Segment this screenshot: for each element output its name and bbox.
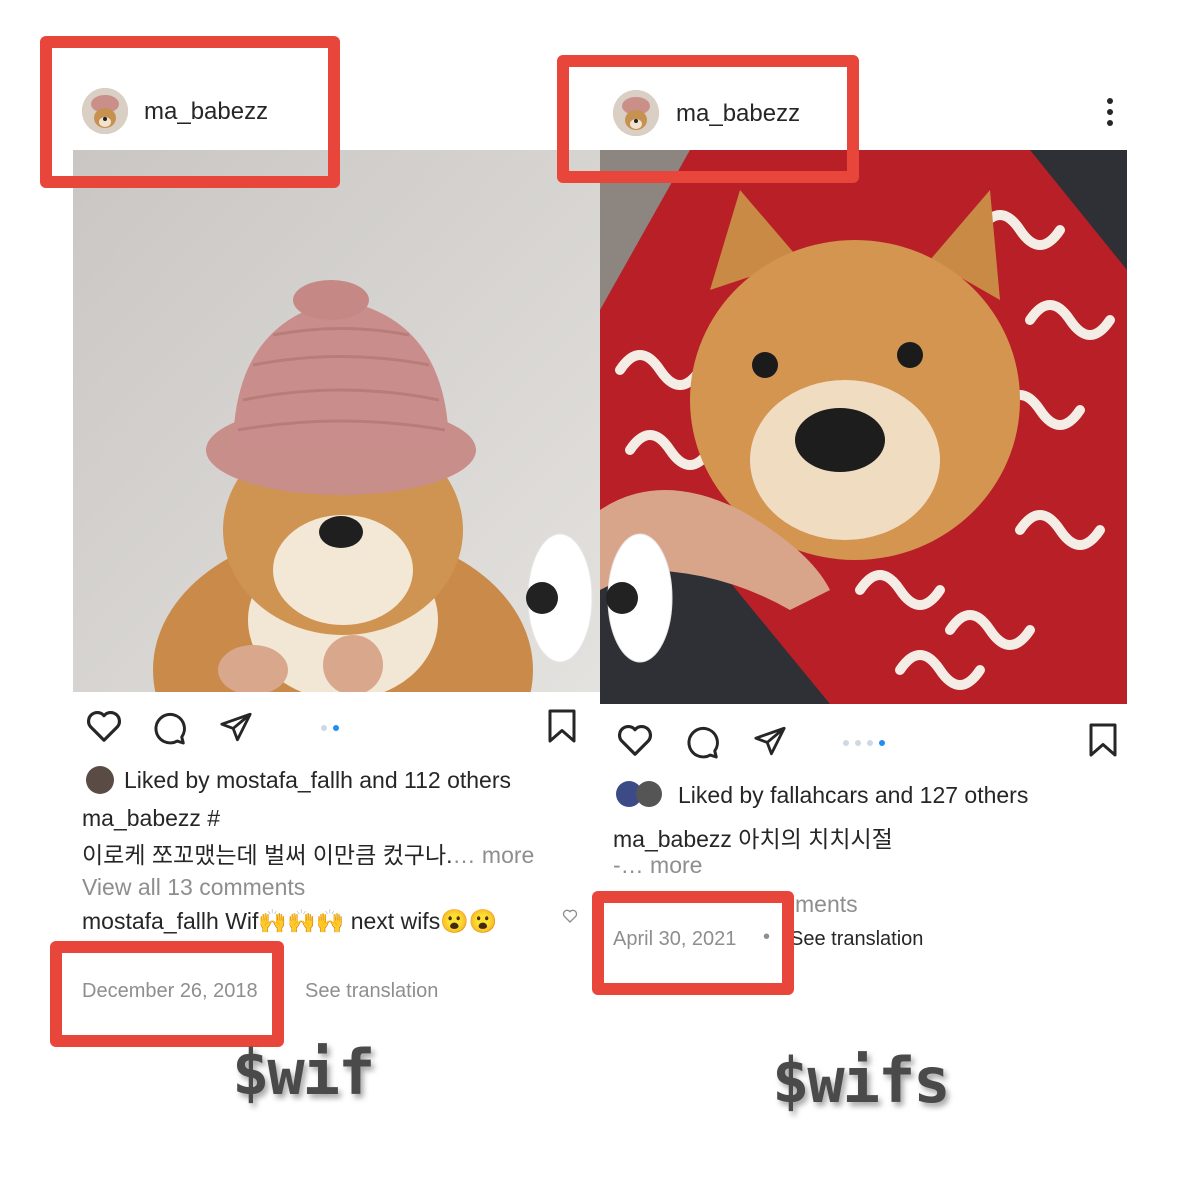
liker-avatar-2[interactable] [636, 781, 662, 807]
comment-text: Wif🙌🙌🙌 next wifs😮😮 [218, 908, 498, 934]
comment-icon[interactable] [684, 724, 720, 765]
caption-tag[interactable]: # [201, 805, 220, 831]
highlight-left-username [40, 36, 340, 188]
left-see-translation[interactable]: See translation [305, 980, 438, 1003]
likes-user[interactable]: mostafa_fallh [216, 767, 353, 793]
highlight-right-username [557, 55, 859, 183]
eyes-icon [520, 528, 680, 673]
comment-user[interactable]: mostafa_fallh [82, 908, 219, 934]
comment-icon[interactable] [151, 710, 187, 751]
left-caption-line1: ma_babezz # [82, 805, 220, 832]
comment-like-icon[interactable] [562, 908, 578, 929]
left-comment: mostafa_fallh Wif🙌🙌🙌 next wifs😮😮 [82, 908, 497, 935]
right-likes[interactable]: Liked by fallahcars and 127 others [678, 782, 1028, 809]
liker-avatar[interactable] [86, 766, 114, 794]
heart-icon[interactable] [85, 708, 123, 749]
carousel-indicator [840, 733, 888, 751]
likes-user[interactable]: fallahcars [770, 782, 868, 808]
caption-text: 이로케 쪼꼬맸는데 벌써 이만큼 컸구나. [82, 842, 453, 868]
highlight-right-date [592, 891, 794, 995]
highlight-left-date [50, 941, 284, 1047]
caption-text: 아치의 치치시절 [731, 826, 893, 852]
caption-more[interactable]: … more [453, 842, 535, 868]
right-caption-line1: ma_babezz 아치의 치치시절 [613, 820, 893, 854]
label-left-ticker: $wif [232, 1036, 375, 1109]
likes-prefix: Liked by [678, 782, 771, 808]
left-caption-line2: 이로케 쪼꼬맸는데 벌써 이만큼 컸구나.… more [82, 836, 534, 870]
right-caption-more[interactable]: -… more [613, 852, 702, 879]
share-icon[interactable] [218, 710, 254, 749]
caption-user[interactable]: ma_babezz [613, 826, 732, 852]
likes-suffix: and 127 others [868, 782, 1029, 808]
left-likes[interactable]: Liked by mostafa_fallh and 112 others [124, 767, 511, 794]
bookmark-icon[interactable] [1088, 722, 1118, 763]
label-right-ticker: $wifs [772, 1044, 951, 1117]
left-view-comments[interactable]: View all 13 comments [82, 874, 305, 901]
likes-prefix: Liked by [124, 767, 217, 793]
right-view-comments-partial[interactable]: ments [795, 891, 858, 918]
more-options-icon[interactable] [1104, 96, 1116, 133]
likes-suffix: and 112 others [352, 767, 512, 793]
caption-user[interactable]: ma_babezz [82, 805, 201, 831]
share-icon[interactable] [752, 724, 788, 763]
bookmark-icon[interactable] [547, 708, 577, 749]
heart-icon[interactable] [616, 722, 654, 763]
right-see-translation[interactable]: See translation [790, 928, 923, 951]
carousel-indicator [318, 718, 342, 736]
